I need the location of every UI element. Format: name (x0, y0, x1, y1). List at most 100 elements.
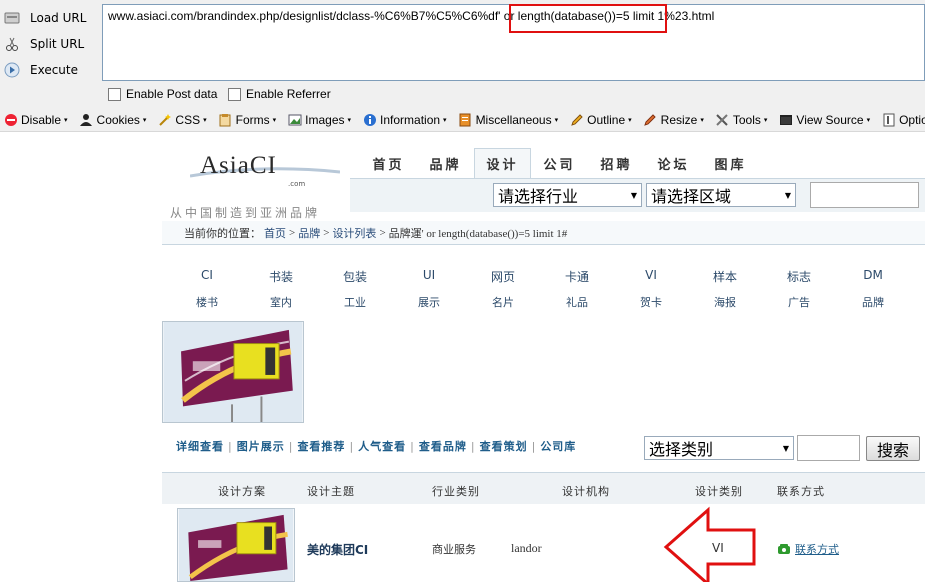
category-interior[interactable]: 室内 (244, 294, 318, 310)
category-sample[interactable]: 样本 (688, 268, 762, 285)
industry-select[interactable]: 请选择行业 ▼ (493, 183, 642, 207)
toolbar-forms[interactable]: Forms ▾ (218, 112, 276, 127)
category-poster[interactable]: 海报 (688, 294, 762, 310)
region-select[interactable]: 请选择区域 ▼ (646, 183, 796, 207)
images-icon (287, 112, 302, 127)
link-brands[interactable]: 查看品牌 (419, 438, 467, 454)
load-url-button[interactable]: Load URL (4, 7, 86, 29)
row-design-theme[interactable]: 美的集团CI (307, 541, 368, 558)
load-url-icon (4, 10, 20, 26)
header-design-plan: 设计方案 (218, 485, 266, 498)
design-thumbnail[interactable] (177, 508, 295, 582)
category-vi[interactable]: VI (614, 268, 688, 282)
toolbar-tools[interactable]: Tools ▾ (715, 112, 768, 127)
nav-gallery[interactable]: 图库 (702, 148, 759, 178)
nav-brand[interactable]: 品牌 (417, 148, 474, 178)
split-url-button[interactable]: Split URL (4, 33, 84, 55)
row-contact-link[interactable]: 联系方式 (777, 541, 839, 557)
logo-slogan: 从中国制造到亚洲品牌 (170, 206, 321, 220)
checkbox-box[interactable] (108, 87, 121, 101)
toolbar-view-source[interactable]: View Source ▾ (778, 112, 870, 127)
css-wand-icon (157, 112, 172, 127)
row-contact-label: 联系方式 (795, 543, 839, 556)
billboard-image (163, 322, 303, 422)
breadcrumb-list-link[interactable]: 设计列表 (332, 225, 376, 241)
header-contact: 联系方式 (777, 485, 825, 498)
toolbar-cookies[interactable]: Cookies ▾ (79, 112, 147, 127)
toolbar-images-label: Images (305, 112, 345, 127)
category-card[interactable]: 名片 (466, 294, 540, 310)
phone-icon (778, 544, 790, 554)
link-image-view[interactable]: 图片展示 (237, 438, 285, 454)
category-packaging[interactable]: 包装 (318, 268, 392, 285)
nav-company[interactable]: 公司 (531, 148, 588, 178)
link-recommended[interactable]: 查看推荐 (297, 438, 345, 454)
category-ui[interactable]: UI (392, 268, 466, 282)
category-logo[interactable]: 标志 (762, 268, 836, 285)
enable-post-checkbox[interactable]: Enable Post data (108, 87, 217, 101)
play-icon (4, 62, 20, 78)
options-icon (881, 112, 896, 127)
link-planning[interactable]: 查看策划 (480, 438, 528, 454)
enable-referrer-checkbox[interactable]: Enable Referrer (228, 87, 331, 101)
category-industrial[interactable]: 工业 (318, 294, 392, 310)
toolbar-disable[interactable]: Disable ▾ (3, 112, 68, 127)
chevron-down-icon: ▾ (763, 116, 768, 124)
category-select[interactable]: 选择类别 ▼ (644, 436, 794, 460)
toolbar-options[interactable]: Options▾ (881, 112, 925, 127)
main-nav: 首页 品牌 设计 公司 招聘 论坛 图库 (360, 148, 759, 178)
toolbar-information[interactable]: Information ▾ (362, 112, 447, 127)
execute-button[interactable]: Execute (4, 59, 78, 81)
category-web[interactable]: 网页 (466, 268, 540, 285)
load-url-label: Load URL (30, 11, 87, 25)
link-detail-view[interactable]: 详细查看 (176, 438, 224, 454)
nav-jobs[interactable]: 招聘 (588, 148, 645, 178)
category-cartoon[interactable]: 卡通 (540, 268, 614, 285)
nav-design[interactable]: 设计 (474, 148, 531, 178)
resize-icon (643, 112, 658, 127)
industry-select-value: 请选择行业 (498, 187, 579, 206)
category-building-book[interactable]: 楼书 (170, 294, 244, 310)
category-book[interactable]: 书装 (244, 268, 318, 285)
category-display[interactable]: 展示 (392, 294, 466, 310)
category-dm[interactable]: DM (836, 268, 910, 282)
link-separator: | (349, 439, 355, 453)
scissors-icon (4, 36, 20, 52)
toolbar-tools-label: Tools (732, 112, 761, 127)
breadcrumb-brand-link[interactable]: 品牌 (298, 225, 320, 241)
view-source-icon (778, 112, 793, 127)
featured-design-image[interactable] (162, 321, 304, 423)
chevron-down-icon: ▼ (784, 190, 791, 200)
category-brand[interactable]: 品牌 (836, 294, 910, 310)
logo-domain: .com (288, 180, 306, 188)
link-popular[interactable]: 人气查看 (358, 438, 406, 454)
nav-forum[interactable]: 论坛 (645, 148, 702, 178)
breadcrumb-separator: > (289, 226, 296, 239)
link-separator: | (531, 439, 537, 453)
web-developer-toolbar: Disable ▾ Cookies ▾ CSS ▾ Forms ▾ Images ▾ In… (0, 108, 925, 132)
category-search-input[interactable] (797, 435, 860, 461)
category-ad[interactable]: 广告 (762, 294, 836, 310)
link-separator: | (470, 439, 476, 453)
toolbar-css[interactable]: CSS ▾ (157, 112, 207, 127)
webpage-content: AsiaCI .com 从中国制造到亚洲品牌 首页 品牌 设计 公司 招聘 论坛… (0, 132, 925, 582)
toolbar-miscellaneous[interactable]: Miscellaneous ▾ (458, 112, 558, 127)
header-design-type: 设计类别 (695, 485, 743, 498)
billboard-image (178, 509, 294, 581)
site-logo[interactable]: AsiaCI .com 从中国制造到亚洲品牌 (170, 148, 340, 220)
toolbar-outline[interactable]: Outline ▾ (569, 112, 632, 127)
category-gift[interactable]: 礼品 (540, 294, 614, 310)
url-highlight-box (509, 4, 667, 33)
nav-home[interactable]: 首页 (360, 148, 417, 178)
search-button[interactable]: 搜索 (866, 436, 920, 461)
link-company-library[interactable]: 公司库 (540, 438, 576, 454)
site-search-input[interactable] (810, 182, 919, 208)
breadcrumb-home-link[interactable]: 首页 (264, 225, 286, 241)
category-select-value: 选择类别 (649, 440, 714, 459)
category-ci[interactable]: CI (170, 268, 244, 282)
chevron-down-icon: ▾ (142, 116, 147, 124)
category-greeting-card[interactable]: 贺卡 (614, 294, 688, 310)
toolbar-images[interactable]: Images ▾ (287, 112, 351, 127)
toolbar-resize[interactable]: Resize ▾ (643, 112, 704, 127)
checkbox-box[interactable] (228, 87, 241, 101)
